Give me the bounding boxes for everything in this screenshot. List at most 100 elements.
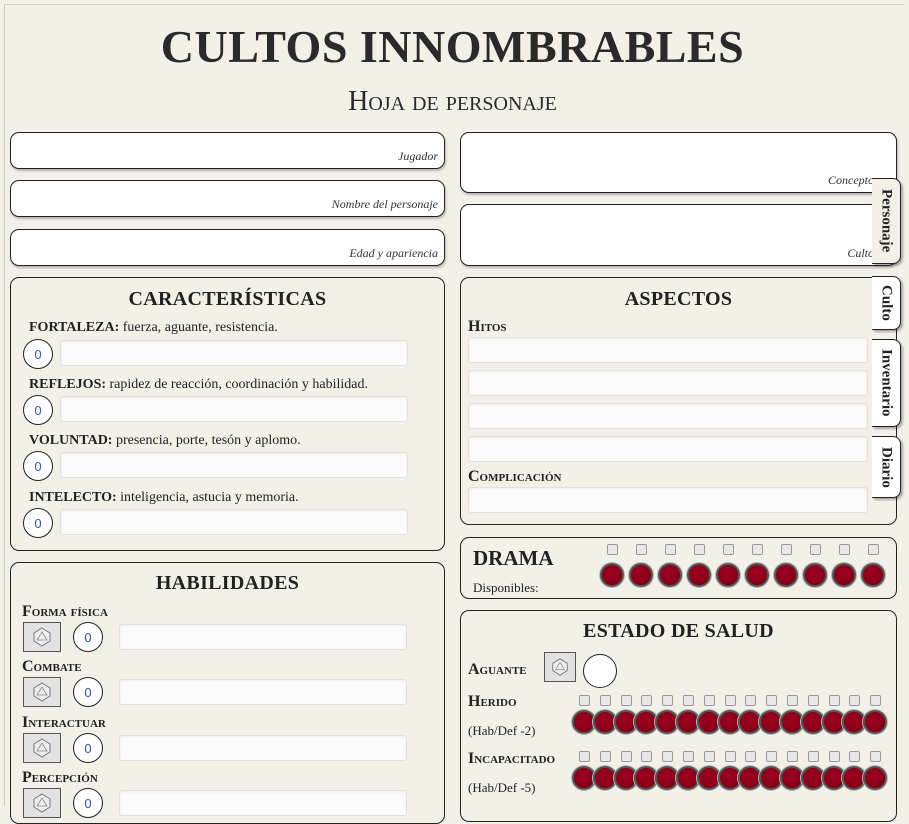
incapacitado-checkbox[interactable] [766, 751, 778, 762]
tab-inventario[interactable]: Inventario [872, 339, 901, 427]
herido-checkbox[interactable] [620, 695, 632, 706]
herido-checkbox[interactable] [807, 695, 819, 706]
hitos-label: Hitos [468, 318, 507, 335]
tab-personaje[interactable]: Personaje [872, 178, 901, 264]
drama-checkbox[interactable] [781, 544, 792, 555]
hito-input-4[interactable] [468, 436, 868, 462]
incapacitado-checkbox[interactable] [599, 751, 611, 762]
incapacitado-token[interactable] [863, 766, 888, 790]
player-field[interactable]: Jugador [10, 132, 445, 169]
drama-token[interactable] [803, 563, 827, 587]
intelecto-input[interactable] [60, 509, 408, 535]
herido-checkbox[interactable] [683, 695, 694, 706]
complication-input[interactable] [468, 487, 868, 513]
skill-value-forma-fisica[interactable]: 0 [73, 622, 103, 652]
character-name-field[interactable]: Nombre del personaje [10, 180, 445, 217]
herido-checkbox[interactable] [828, 695, 840, 706]
drama-token[interactable] [629, 563, 653, 587]
skill-value-percepcion[interactable]: 0 [73, 788, 103, 818]
herido-checkbox[interactable] [641, 695, 653, 706]
herido-checkbox[interactable] [766, 695, 778, 706]
aguante-value[interactable] [583, 654, 617, 688]
tab-diario[interactable]: Diario [872, 436, 901, 498]
skill-value-interactuar[interactable]: 0 [73, 733, 103, 763]
tab-culto[interactable]: Culto [872, 276, 901, 330]
incapacitado-checkbox[interactable] [807, 751, 819, 762]
incapacitado-checkbox[interactable] [828, 751, 840, 762]
skill-input-percepcion[interactable] [119, 790, 407, 816]
voluntad-value[interactable]: 0 [23, 451, 53, 481]
voluntad-input[interactable] [60, 452, 408, 478]
incapacitado-checkbox[interactable] [787, 751, 798, 762]
herido-checkbox[interactable] [870, 695, 882, 706]
herido-checkbox[interactable] [787, 695, 798, 706]
herido-checkbox[interactable] [745, 695, 757, 706]
skill-input-forma-fisica[interactable] [119, 624, 407, 650]
drama-checkbox[interactable] [694, 544, 705, 555]
drama-checkbox[interactable] [839, 544, 850, 555]
herido-checkbox[interactable] [849, 695, 861, 706]
skill-label-percepcion: Percepción [22, 769, 98, 786]
drama-token[interactable] [774, 563, 798, 587]
d20-icon [552, 658, 568, 676]
incapacitado-checkbox[interactable] [870, 751, 882, 762]
drama-checkbox[interactable] [810, 544, 821, 555]
incapacitado-checkbox[interactable] [683, 751, 694, 762]
dice-roll-button[interactable] [23, 788, 61, 818]
drama-token[interactable] [861, 563, 885, 587]
fortaleza-input[interactable] [60, 340, 408, 366]
player-label: Jugador [398, 149, 438, 163]
cult-field-label: Culto [847, 246, 874, 260]
incapacitado-checkbox[interactable] [662, 751, 674, 762]
hito-input-3[interactable] [468, 403, 868, 429]
intelecto-value[interactable]: 0 [23, 508, 53, 538]
age-appearance-label: Edad y apariencia [349, 246, 438, 260]
drama-token[interactable] [745, 563, 769, 587]
drama-checkbox[interactable] [665, 544, 676, 555]
concept-field[interactable]: Concepto [460, 132, 897, 193]
age-appearance-field[interactable]: Edad y apariencia [10, 229, 445, 266]
skill-input-interactuar[interactable] [119, 735, 407, 761]
drama-checkbox[interactable] [636, 544, 647, 555]
skill-value-combate[interactable]: 0 [73, 677, 103, 707]
drama-token[interactable] [600, 563, 624, 587]
reflejos-value[interactable]: 0 [23, 395, 53, 425]
incapacitado-checkbox[interactable] [579, 751, 590, 762]
drama-token[interactable] [658, 563, 682, 587]
reflejos-input[interactable] [60, 396, 408, 422]
incapacitado-checkbox[interactable] [724, 751, 736, 762]
herido-checkbox[interactable] [662, 695, 674, 706]
dice-roll-button[interactable] [544, 652, 576, 682]
drama-checkbox[interactable] [723, 544, 734, 555]
herido-token[interactable] [863, 710, 888, 734]
fortaleza-value[interactable]: 0 [23, 339, 53, 369]
herido-checkbox[interactable] [579, 695, 590, 706]
drama-checkbox[interactable] [868, 544, 879, 555]
herido-checkbox[interactable] [724, 695, 736, 706]
herido-penalty: (Hab/Def -2) [468, 723, 536, 738]
hito-input-1[interactable] [468, 337, 868, 363]
dice-roll-button[interactable] [23, 622, 61, 652]
hito-input-2[interactable] [468, 370, 868, 396]
herido-checkbox[interactable] [703, 695, 715, 706]
d20-icon [33, 682, 51, 702]
incapacitado-checkbox[interactable] [745, 751, 757, 762]
drama-checkbox[interactable] [752, 544, 763, 555]
incapacitado-checkbox[interactable] [620, 751, 632, 762]
drama-token[interactable] [832, 563, 856, 587]
incapacitado-checkbox[interactable] [641, 751, 653, 762]
skill-input-combate[interactable] [119, 679, 407, 705]
health-title: ESTADO DE SALUD [583, 620, 774, 642]
drama-token[interactable] [687, 563, 711, 587]
drama-title: DRAMA [473, 546, 554, 570]
dice-roll-button[interactable] [23, 677, 61, 707]
incapacitado-checkbox[interactable] [849, 751, 861, 762]
sheet-title: CULTOS INNOMBRABLES [160, 21, 745, 72]
drama-token[interactable] [716, 563, 740, 587]
d20-icon [33, 793, 51, 813]
dice-roll-button[interactable] [23, 733, 61, 763]
cult-field[interactable]: Culto [460, 204, 897, 266]
drama-checkbox[interactable] [607, 544, 618, 555]
herido-checkbox[interactable] [599, 695, 611, 706]
incapacitado-checkbox[interactable] [703, 751, 715, 762]
